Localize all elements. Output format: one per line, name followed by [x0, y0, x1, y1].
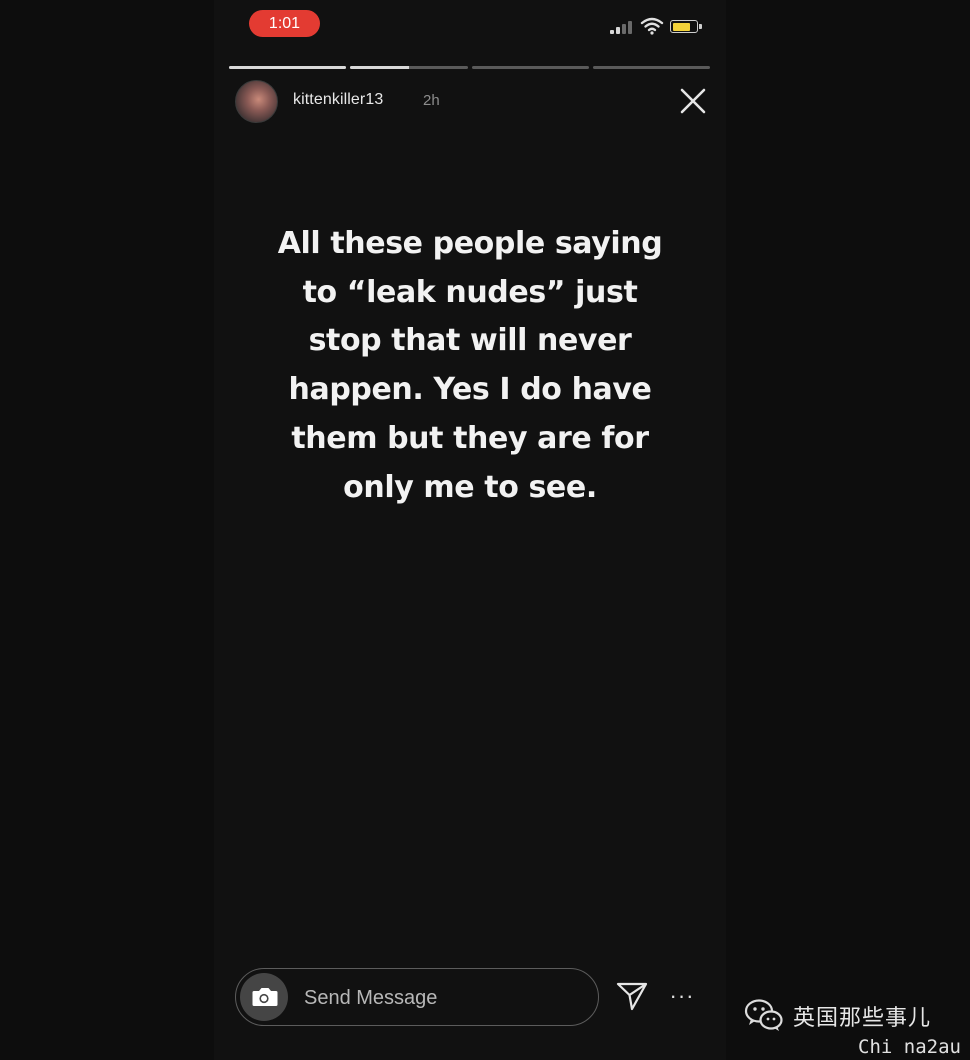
story-line: stop that will never	[308, 323, 632, 359]
status-time: 1:01	[249, 10, 320, 37]
story-progress-segment	[471, 66, 589, 69]
screenshot-page: 1:01 kittenkiller13 2h All these people …	[0, 0, 970, 1060]
close-icon[interactable]	[678, 86, 708, 116]
status-icons	[610, 16, 705, 36]
story-line: only me to see.	[343, 469, 597, 505]
send-message-input[interactable]	[304, 985, 584, 1011]
watermark-english-text: Chi na2au	[858, 1036, 961, 1058]
battery-icon	[670, 20, 702, 33]
story-progress	[229, 66, 710, 69]
story-text: All these people saying to “leak nudes” …	[250, 220, 690, 512]
story-line: happen. Yes I do have	[288, 372, 652, 408]
camera-icon	[252, 988, 278, 1006]
direct-send-icon[interactable]	[615, 980, 649, 1012]
story-line: them but they are for	[291, 420, 649, 456]
more-options-button[interactable]: ···	[667, 985, 697, 1007]
story-progress-segment	[592, 66, 710, 69]
wifi-icon	[640, 17, 664, 35]
story-viewer	[214, 0, 726, 1060]
avatar[interactable]	[235, 80, 278, 123]
story-line: All these people saying	[277, 226, 663, 261]
story-line: to “leak nudes” just	[302, 274, 638, 310]
story-progress-segment	[229, 66, 347, 69]
wechat-logo-icon	[744, 999, 783, 1031]
signal-icon	[610, 20, 636, 34]
story-progress-segment	[350, 66, 468, 69]
story-time-ago: 2h	[423, 92, 440, 109]
camera-button[interactable]	[240, 973, 288, 1021]
username[interactable]: kittenkiller13	[293, 91, 383, 109]
watermark-chinese-text: 英国那些事儿	[793, 1006, 932, 1031]
